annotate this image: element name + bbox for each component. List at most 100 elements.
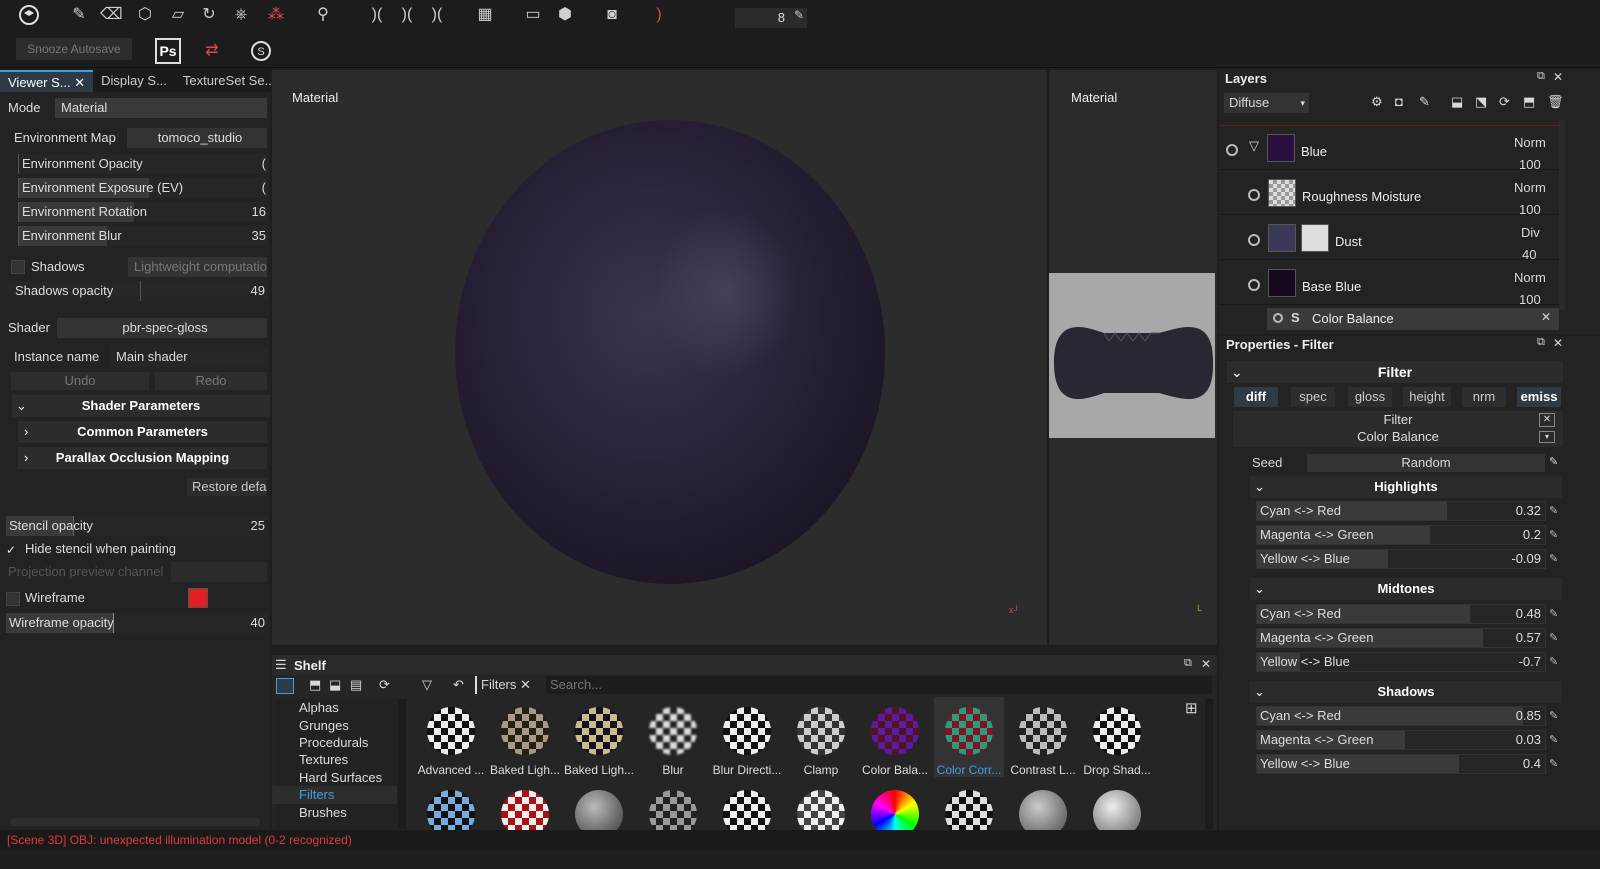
layer-row[interactable]: ▽ Blue Norm 100 [1219,126,1559,172]
mask-icon[interactable]: ) [648,4,670,26]
shader-parameters-section[interactable]: ⌄ Shader Parameters [12,395,270,417]
env-rotation-slider[interactable]: Environment Rotation 16 [18,202,268,222]
filter-selector[interactable]: Filter Color Balance ✕ ▾ [1233,411,1563,447]
seed-random-button[interactable]: Random [1307,454,1545,472]
eraser-icon[interactable]: ⌫ [100,4,123,26]
layer-blend-mode[interactable]: Norm [1514,135,1546,150]
redo-button[interactable]: Redo [155,372,267,390]
folder-icon[interactable] [276,678,294,694]
channel-tab-spec[interactable]: spec [1291,387,1335,407]
highlights-group[interactable]: ⌄ Highlights [1250,476,1562,498]
close-icon[interactable]: ✕ [1541,310,1551,324]
category-textures[interactable]: Textures [299,752,348,767]
add-fill-layer-icon[interactable]: ⬓ [1451,94,1463,110]
list-icon[interactable]: ▤ [350,677,362,693]
symmetry-x-icon[interactable]: )( [366,4,388,26]
add-mask-icon[interactable]: ◘ [1395,94,1403,109]
view-grid-icon[interactable]: ▦ [474,4,496,26]
render-icon[interactable]: ◙ [601,4,623,26]
add-paint-layer-icon[interactable]: ⬔ [1475,94,1487,110]
popout-icon[interactable]: ⧉ [1537,336,1545,349]
pen-icon[interactable]: ✎ [1549,553,1561,565]
add-folder-icon[interactable]: ⬒ [1523,94,1535,110]
filter-icon[interactable]: ▽ [422,677,432,693]
clone-icon[interactable]: ⎈ [230,4,252,26]
layer-opacity[interactable]: 100 [1519,292,1541,307]
midtones-group[interactable]: ⌄ Midtones [1250,578,1562,600]
midtones-magenta-green-slider[interactable]: Magenta <-> Green 0.57 [1256,628,1546,648]
visibility-icon[interactable] [1248,279,1260,291]
shelf-scrollbar[interactable] [1205,699,1213,829]
viewport-3d[interactable]: Material x┘ [272,70,1047,645]
pen-icon[interactable]: ✎ [788,4,810,26]
popout-icon[interactable]: ⧉ [1184,657,1192,670]
pen-icon[interactable]: ✎ [1549,632,1561,644]
tab-viewer-settings[interactable]: Viewer S... ✕ [0,70,94,92]
horizontal-scrollbar[interactable] [10,818,260,826]
restore-defaults-button[interactable]: Restore defa [187,478,267,496]
shelf-search-input[interactable]: Search... [546,676,1212,694]
highlights-magenta-green-slider[interactable]: Magenta <-> Green 0.2 [1256,525,1546,545]
layer-opacity[interactable]: 100 [1519,202,1541,217]
color-balance-effect-row[interactable]: S Color Balance ✕ [1267,308,1559,330]
shelf-item[interactable]: Advanced ... [414,707,488,777]
snooze-autosave-button[interactable]: Snooze Autosave [16,38,132,60]
undo-button[interactable]: Undo [11,372,149,390]
env-map-field[interactable]: tomoco_studio [127,128,267,148]
category-brushes[interactable]: Brushes [299,805,347,820]
shadows-mode-dropdown[interactable]: Lightweight computatio [128,257,267,277]
channel-tab-height[interactable]: height [1403,387,1451,407]
shadows-opacity-slider[interactable]: Shadows opacity 49 [8,281,267,301]
stencil-opacity-slider[interactable]: Stencil opacity 25 [6,516,267,536]
pen-icon[interactable]: ✎ [1549,529,1561,541]
send-to-icon[interactable]: ⇄ [201,40,223,62]
logo-icon[interactable] [18,4,40,26]
mode-dropdown[interactable]: Material [55,98,267,118]
shelf-item[interactable]: Clamp [784,707,858,777]
shelf-item-selected[interactable]: Color Corr... [932,707,1006,777]
pen-icon[interactable]: ✎ [1549,734,1561,746]
channel-dropdown[interactable]: Diffuse ▾ [1224,93,1309,113]
shelf-item[interactable]: Drop Shad... [1080,707,1154,777]
category-filters[interactable]: Filters [299,787,334,802]
shelf-item[interactable]: Baked Ligh... [562,707,636,777]
pen-icon[interactable]: ✎ [1549,656,1561,668]
projection-icon[interactable]: ⬡ [134,4,156,26]
symmetry-y-icon[interactable]: )( [396,4,418,26]
hide-stencil-checkbox[interactable]: ✓ [6,543,20,557]
channel-tab-gloss[interactable]: gloss [1348,387,1392,407]
picker-icon[interactable]: ⚲ [312,4,334,26]
layer-row[interactable]: Roughness Moisture Norm 100 [1219,171,1559,217]
parallax-section[interactable]: › Parallax Occlusion Mapping [18,447,267,469]
view-2d3d-icon[interactable]: ⬢ [554,4,576,26]
folder-icon[interactable]: ▽ [1249,138,1259,154]
add-filter-icon[interactable]: ✎ [1419,94,1430,110]
pen-icon[interactable]: ✎ [1549,710,1561,722]
pen-icon[interactable]: ✎ [1549,758,1561,770]
shelf-item[interactable]: Blur Directi... [710,707,784,777]
grid-view-icon[interactable]: ⊞ [1185,699,1198,717]
layer-blend-mode[interactable]: Div [1521,225,1540,240]
import-icon[interactable]: ⬒ [309,677,321,693]
channel-tab-nrm[interactable]: nrm [1462,387,1506,407]
refresh-icon[interactable]: ⟳ [1499,94,1510,110]
visibility-icon[interactable] [1248,189,1260,201]
camera-icon[interactable]: ▭ [522,4,544,26]
shelf-item[interactable]: Baked Ligh... [488,707,562,777]
projection-preview-dropdown[interactable] [171,562,267,582]
shelf-item[interactable]: Blur [636,707,710,777]
new-folder-icon[interactable]: ⬓ [329,677,341,693]
highlights-cyan-red-slider[interactable]: Cyan <-> Red 0.32 [1256,501,1546,521]
close-icon[interactable]: ✕ [1539,413,1555,427]
visibility-icon[interactable] [1248,234,1260,246]
layer-row[interactable]: Dust Div 40 [1219,216,1559,262]
midtones-cyan-red-slider[interactable]: Cyan <-> Red 0.48 [1256,604,1546,624]
pen-icon[interactable]: ✎ [1549,455,1558,468]
shadows-group[interactable]: ⌄ Shadows [1250,681,1562,703]
popout-icon[interactable]: ⧉ [1537,70,1545,83]
layer-row[interactable]: Base Blue Norm 100 [1219,261,1559,307]
dropdown-arrow-icon[interactable]: ▾ [1539,431,1555,443]
layer-blend-mode[interactable]: Norm [1514,180,1546,195]
layers-scrollbar[interactable] [1559,120,1565,310]
layer-blend-mode[interactable]: Norm [1514,270,1546,285]
